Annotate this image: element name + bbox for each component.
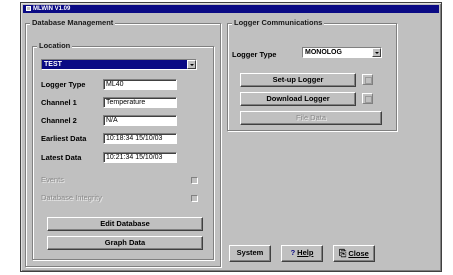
graph-data-button[interactable]: Graph Data [47, 236, 203, 250]
logger-type-field[interactable]: ML40 [103, 79, 177, 90]
setup-logger-button[interactable]: Set-up Logger [240, 73, 356, 87]
logger-communications-group: Logger Communications Logger Type MONOLO… [227, 18, 397, 131]
edit-database-button[interactable]: Edit Database [47, 217, 203, 231]
channel1-field[interactable]: Temperature [103, 97, 177, 108]
location-select-value: TEST [44, 61, 62, 68]
system-button[interactable]: System [229, 245, 271, 262]
question-mark-icon: ? [290, 248, 296, 257]
latest-data-field[interactable]: 10:21:34 15/10/03 [103, 152, 177, 163]
app-icon[interactable] [26, 5, 31, 11]
help-button[interactable]: ? Help [281, 245, 323, 262]
chevron-down-icon[interactable] [187, 60, 196, 69]
mlwin-window: MLWIN V1.09 Database Management Location… [20, 2, 442, 272]
earliest-data-field[interactable]: 10:18:34 15/10/03 [103, 133, 177, 144]
logger-communications-title: Logger Communications [232, 18, 325, 27]
channel2-field[interactable]: N/A [103, 115, 177, 126]
status-indicator-icon [362, 74, 373, 85]
logger-comm-type-select[interactable]: MONOLOG [302, 47, 382, 58]
window-title: MLWIN V1.09 [33, 6, 71, 12]
location-group: Location TEST Logger Type ML40 Channel 1… [32, 41, 214, 260]
logger-comm-type-label: Logger Type [232, 50, 277, 59]
events-label: Events [41, 175, 64, 184]
channel2-label: Channel 2 [41, 116, 77, 125]
logger-type-label: Logger Type [41, 80, 86, 89]
events-checkbox[interactable] [191, 177, 198, 184]
exit-door-icon: ⎘ [339, 248, 347, 258]
status-indicator-icon [362, 93, 373, 104]
close-button[interactable]: ⎘ Close [333, 245, 375, 262]
database-management-group: Database Management Location TEST Logger… [25, 18, 221, 267]
channel1-label: Channel 1 [41, 98, 77, 107]
chevron-down-icon[interactable] [372, 48, 381, 57]
earliest-data-label: Earliest Data [41, 134, 87, 143]
latest-data-label: Latest Data [41, 153, 82, 162]
database-integrity-checkbox[interactable] [191, 195, 198, 202]
database-integrity-label: Database Integrity [41, 193, 102, 202]
help-button-label: Help [297, 248, 314, 257]
title-bar: MLWIN V1.09 [23, 5, 439, 13]
location-select[interactable]: TEST [41, 59, 197, 70]
logger-comm-type-value: MONOLOG [305, 49, 342, 56]
close-button-label: Close [348, 249, 369, 258]
database-management-title: Database Management [30, 18, 116, 27]
location-title: Location [37, 41, 73, 50]
download-logger-button[interactable]: Download Logger [240, 92, 356, 106]
file-data-button[interactable]: File Data [240, 111, 382, 125]
